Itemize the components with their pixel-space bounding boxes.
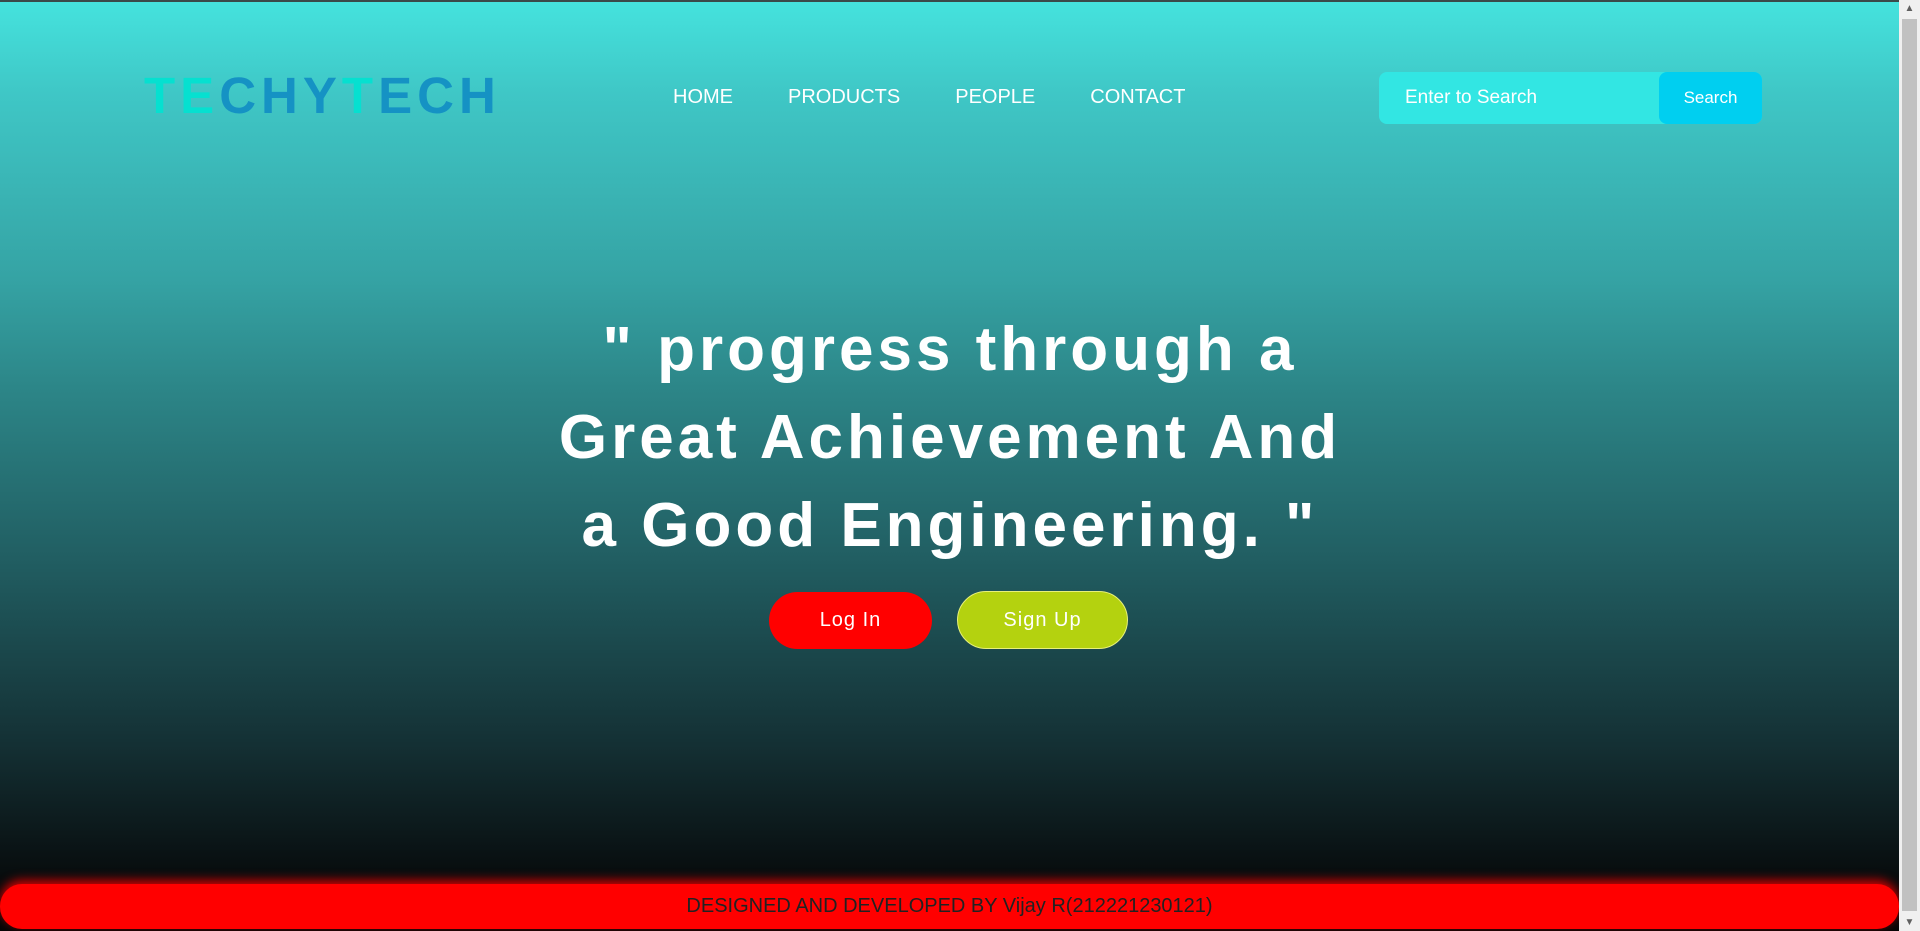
window-top-border bbox=[0, 0, 1920, 2]
logo-letter: C bbox=[417, 67, 459, 124]
scroll-down-arrow-icon[interactable]: ▼ bbox=[1899, 914, 1920, 931]
browser-viewport: TECHYTECH HOME PRODUCTS PEOPLE CONTACT S… bbox=[0, 0, 1920, 931]
signup-button[interactable]: Sign Up bbox=[957, 591, 1128, 649]
logo-letter: E bbox=[180, 67, 220, 124]
search-input[interactable] bbox=[1379, 72, 1659, 124]
nav-link-products[interactable]: PRODUCTS bbox=[788, 86, 900, 109]
logo-letter: C bbox=[219, 67, 262, 124]
logo-letter: H bbox=[261, 67, 303, 124]
hero-line-2: Great Achievement And bbox=[558, 403, 1342, 472]
logo-letter: Y bbox=[302, 67, 342, 124]
page-background: TECHYTECH HOME PRODUCTS PEOPLE CONTACT S… bbox=[0, 0, 1899, 931]
nav-link-contact[interactable]: CONTACT bbox=[1090, 86, 1185, 109]
search-button[interactable]: Search bbox=[1659, 72, 1762, 124]
vertical-scrollbar[interactable]: ▲ ▼ bbox=[1899, 0, 1920, 931]
logo: TECHYTECH bbox=[144, 66, 501, 126]
hero-quote: " progress through a Great Achievement A… bbox=[460, 306, 1440, 570]
scrollbar-thumb[interactable] bbox=[1902, 19, 1917, 911]
login-button[interactable]: Log In bbox=[769, 592, 932, 649]
logo-letter: H bbox=[458, 67, 501, 124]
hero-line-3: a Good Engineering. " bbox=[581, 491, 1319, 560]
main-nav: HOME PRODUCTS PEOPLE CONTACT bbox=[673, 84, 1240, 110]
logo-letter: T bbox=[341, 67, 379, 124]
logo-letter: E bbox=[378, 67, 418, 124]
scroll-up-arrow-icon[interactable]: ▲ bbox=[1899, 0, 1920, 17]
logo-letter: T bbox=[144, 67, 181, 124]
nav-link-people[interactable]: PEOPLE bbox=[955, 86, 1035, 109]
nav-link-home[interactable]: HOME bbox=[673, 86, 733, 109]
search-form: Search bbox=[1379, 72, 1762, 124]
footer-credit: DESIGNED AND DEVELOPED BY Vijay R(212221… bbox=[0, 884, 1899, 929]
hero-line-1: " progress through a bbox=[602, 315, 1298, 384]
